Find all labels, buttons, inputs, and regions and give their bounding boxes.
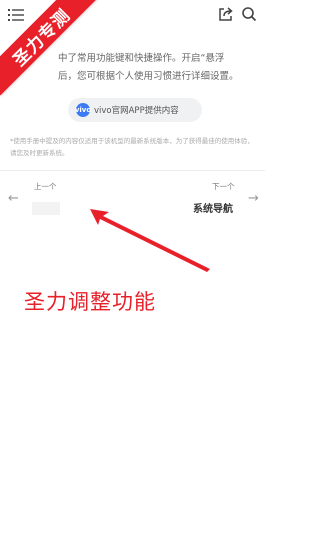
share-icon[interactable] <box>218 6 234 22</box>
prev-title-placeholder[interactable] <box>32 202 60 215</box>
vivo-source-badge[interactable]: vivo vivo官网APP提供内容 <box>68 98 202 122</box>
next-label: 下一个 <box>212 182 235 191</box>
menu-icon[interactable] <box>8 8 24 22</box>
disclaimer-text: *使用手册中提及的内容仅适用于该机型的最新系统版本，为了获得最佳的使用体验，请您… <box>10 137 254 157</box>
intro-text: 中了常用功能键和快捷操作。开启“悬浮 后，您可根据个人使用习惯进行详细设置。 <box>58 50 258 86</box>
annotation-text: 圣力调整功能 <box>24 290 156 314</box>
prev-arrow-icon[interactable]: ← <box>8 191 19 206</box>
vivo-logo-icon: vivo <box>75 103 91 117</box>
intro-line-1: 中了常用功能键和快捷操作。开启“悬浮 <box>58 53 225 64</box>
annotation-arrow <box>90 209 210 272</box>
next-arrow-icon[interactable]: → <box>248 191 259 206</box>
prev-label: 上一个 <box>34 182 57 191</box>
intro-line-2: 后，您可根据个人使用习惯进行详细设置。 <box>58 71 239 82</box>
search-icon[interactable] <box>241 6 257 22</box>
vivo-badge-label: vivo官网APP提供内容 <box>94 106 179 116</box>
divider <box>0 170 265 171</box>
